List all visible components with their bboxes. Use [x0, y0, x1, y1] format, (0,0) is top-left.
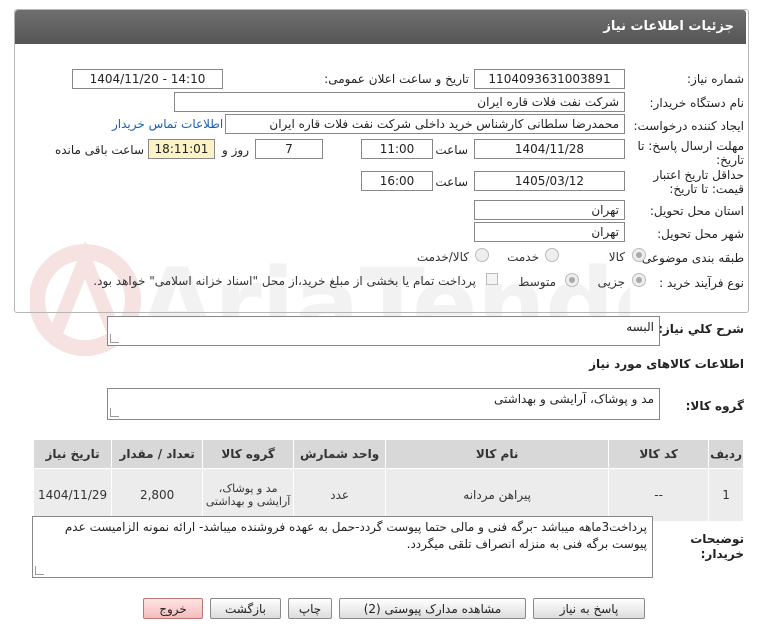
exit-button[interactable]: خروج: [143, 598, 203, 619]
deadline-date-field: 1404/11/28: [474, 139, 625, 159]
cell-quantity: 2,800: [111, 468, 204, 522]
summary-textarea[interactable]: البسه: [107, 316, 660, 346]
buyer-field: شرکت نفت فلات قاره ایران: [174, 92, 625, 112]
col-header-row-number: ردیف: [708, 439, 744, 469]
category-radio-goods[interactable]: [632, 248, 646, 262]
goods-group-textarea[interactable]: مد و پوشاک، آرایشی و بهداشتی: [107, 388, 660, 420]
notes-label: توضیحات: [690, 532, 744, 546]
back-button[interactable]: بازگشت: [210, 598, 281, 619]
goods-table: ردیف کد کالا نام کالا واحد شمارش گروه کا…: [32, 439, 744, 522]
cell-name: پیراهن مردانه: [385, 468, 610, 522]
creator-field: محمدرضا سلطانی کارشناس خرید داخلی شرکت ن…: [225, 114, 625, 134]
process-radio-medium[interactable]: [565, 273, 579, 287]
notes-textarea[interactable]: پرداخت3ماهه میباشد -برگه فنی و مالی حتما…: [32, 516, 653, 578]
table-row: 1 -- پیراهن مردانه عدد مد و پوشاک، آرایش…: [32, 468, 744, 522]
resize-handle-icon[interactable]: [35, 566, 44, 575]
reply-button[interactable]: پاسخ به نیاز: [533, 598, 645, 619]
table-header-row: ردیف کد کالا نام کالا واحد شمارش گروه کا…: [32, 439, 744, 469]
validity-label-2: قیمت: تا تاریخ:: [669, 182, 744, 196]
cell-code: --: [608, 468, 710, 522]
details-panel: [14, 9, 749, 313]
col-header-group: گروه کالا: [202, 439, 295, 469]
buyer-label: نام دستگاه خریدار:: [649, 96, 745, 110]
buyer-contact-link[interactable]: اطلاعات تماس خریدار: [112, 117, 223, 131]
remaining-time-field: 18:11:01: [148, 139, 215, 159]
validity-label: حداقل تاریخ اعتبار: [653, 168, 744, 182]
deadline-label-2: تاریخ:: [716, 153, 744, 167]
validity-date-field: 1405/03/12: [474, 171, 625, 191]
treasury-payment-note: پرداخت تمام یا بخشی از مبلغ خرید،از محل …: [93, 274, 476, 288]
col-header-code: کد کالا: [608, 439, 710, 469]
goods-group-text: مد و پوشاک، آرایشی و بهداشتی: [494, 392, 654, 406]
col-header-need-date: تاریخ نیاز: [32, 439, 113, 469]
city-label: شهر محل تحویل:: [657, 227, 744, 241]
deadline-label: مهلت ارسال پاسخ: تا: [637, 139, 744, 153]
summary-text: البسه: [626, 320, 654, 334]
print-button[interactable]: چاپ: [288, 598, 332, 619]
province-label: استان محل تحویل:: [649, 204, 744, 218]
cell-need-date: 1404/11/29: [32, 468, 113, 522]
process-type-label: نوع فرآیند خرید :: [659, 276, 744, 290]
need-number-field: 1104093631003891: [474, 69, 625, 89]
goods-group-label: گروه کالا:: [685, 399, 744, 413]
creator-label: ایجاد کننده درخواست:: [633, 119, 744, 133]
category-radio-goods-service[interactable]: [475, 248, 489, 262]
remaining-time-label: ساعت باقی مانده: [54, 143, 144, 157]
category-label: طبقه بندی موضوعی:: [637, 251, 744, 265]
col-header-unit: واحد شمارش: [293, 439, 387, 469]
cell-row-number: 1: [708, 468, 744, 522]
cell-unit: عدد: [293, 468, 387, 522]
col-header-quantity: تعداد / مقدار: [111, 439, 204, 469]
process-radio-minor[interactable]: [632, 273, 646, 287]
days-remaining-field: 7: [255, 139, 323, 159]
city-field: تهران: [474, 222, 625, 242]
announce-date-field: 1404/11/20 - 14:10: [72, 69, 223, 89]
validity-time-label: ساعت: [435, 175, 468, 189]
deadline-time-field: 11:00: [361, 139, 433, 159]
view-attachments-button[interactable]: مشاهده مدارک پیوستی (2): [339, 598, 526, 619]
process-option-minor: جزیی: [597, 275, 625, 289]
col-header-name: نام کالا: [385, 439, 610, 469]
need-number-label: شماره نیاز:: [687, 72, 744, 86]
category-option-goods-service: کالا/خدمت: [416, 250, 469, 264]
page-title: جزئیات اطلاعات نیاز: [603, 19, 734, 34]
notes-text: پرداخت3ماهه میباشد -برگه فنی و مالی حتما…: [64, 520, 647, 551]
goods-section-title: اطلاعات کالاهای مورد نیاز: [589, 357, 744, 371]
summary-label: شرح کلي نياز:: [658, 322, 744, 336]
cell-group: مد و پوشاک، آرایشی و بهداشتی: [202, 468, 295, 522]
deadline-time-label: ساعت: [435, 143, 468, 157]
days-label: روز و: [222, 143, 249, 157]
resize-handle-icon[interactable]: [110, 408, 119, 417]
category-option-goods: کالا: [608, 250, 625, 264]
resize-handle-icon[interactable]: [110, 334, 119, 343]
validity-time-field: 16:00: [361, 171, 433, 191]
announce-date-label: تاریخ و ساعت اعلان عمومی:: [324, 72, 469, 86]
treasury-payment-checkbox[interactable]: [486, 273, 498, 285]
notes-label-2: خریدار:: [700, 547, 744, 561]
province-field: تهران: [474, 200, 625, 220]
category-radio-service[interactable]: [545, 248, 559, 262]
process-option-medium: متوسط: [518, 275, 556, 289]
panel-header: جزئیات اطلاعات نیاز: [15, 10, 746, 44]
category-option-service: خدمت: [507, 250, 539, 264]
